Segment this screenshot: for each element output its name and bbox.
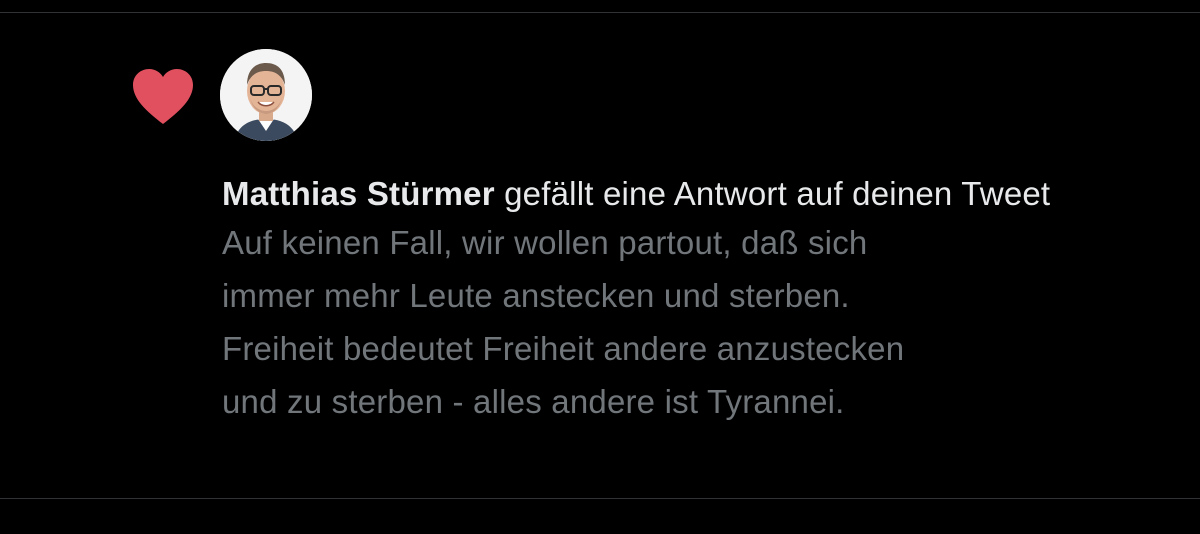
like-notification[interactable]: Matthias Stürmer gefällt eine Antwort au…: [0, 13, 1200, 498]
notification-headline: Matthias Stürmer gefällt eine Antwort au…: [222, 171, 1122, 216]
liked-reply-text[interactable]: Auf keinen Fall, wir wollen partout, daß…: [222, 216, 1122, 428]
bottom-divider: [0, 498, 1200, 499]
user-name-link[interactable]: Matthias Stürmer: [222, 175, 495, 212]
heart-icon: [132, 68, 194, 126]
notification-action-text: gefällt eine Antwort auf deinen Tweet: [494, 175, 1051, 212]
avatar[interactable]: [220, 49, 312, 141]
notification-content: Matthias Stürmer gefällt eine Antwort au…: [222, 171, 1122, 428]
